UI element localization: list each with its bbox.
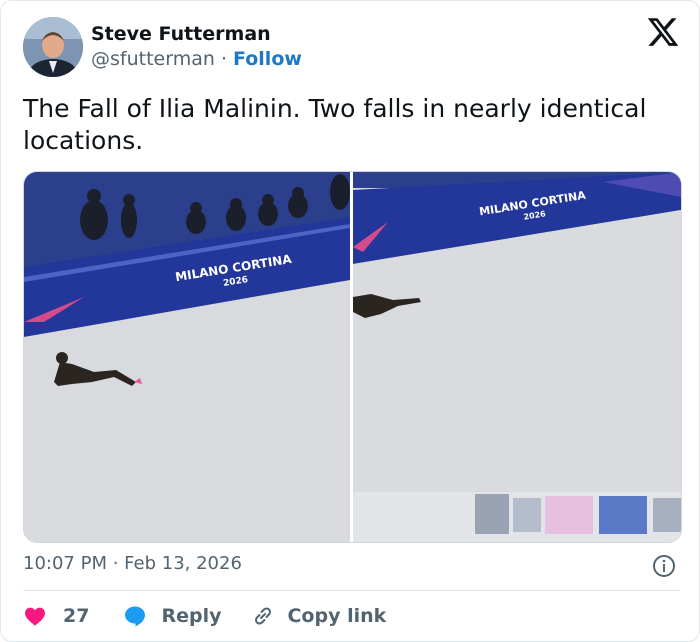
like-button[interactable]: 27 <box>23 604 89 628</box>
media-grid[interactable]: MILANO CORTINA 2026 MILANO CORTINA 2026 <box>23 171 682 543</box>
reply-label: Reply <box>161 605 222 627</box>
follow-button[interactable]: Follow <box>233 48 302 70</box>
copy-link-label: Copy link <box>287 605 387 627</box>
tweet-card: Steve Futterman @sfutterman · Follow The… <box>0 0 700 642</box>
info-icon[interactable] <box>652 554 676 578</box>
left-photo[interactable]: MILANO CORTINA 2026 <box>24 172 350 542</box>
reply-bubble-icon <box>123 604 147 628</box>
heart-icon <box>23 604 47 628</box>
tweet-text: The Fall of Ilia Malinin. Two falls in n… <box>23 94 647 155</box>
reply-button[interactable]: Reply <box>123 604 221 628</box>
author-handle[interactable]: @sfutterman <box>91 48 215 70</box>
copy-link-button[interactable]: Copy link <box>251 604 386 628</box>
author-name[interactable]: Steve Futterman <box>91 23 271 45</box>
action-bar: 27 Reply Copy link <box>23 601 386 631</box>
avatar[interactable] <box>23 17 83 77</box>
divider <box>23 590 680 591</box>
handle-row: @sfutterman · Follow <box>91 48 302 70</box>
link-icon <box>251 604 275 628</box>
tweet-timestamp[interactable]: 10:07 PM · Feb 13, 2026 <box>23 553 242 574</box>
separator-dot: · <box>220 48 227 70</box>
x-logo-icon[interactable] <box>646 15 680 49</box>
like-count: 27 <box>63 605 90 627</box>
right-photo[interactable]: MILANO CORTINA 2026 <box>353 172 681 542</box>
